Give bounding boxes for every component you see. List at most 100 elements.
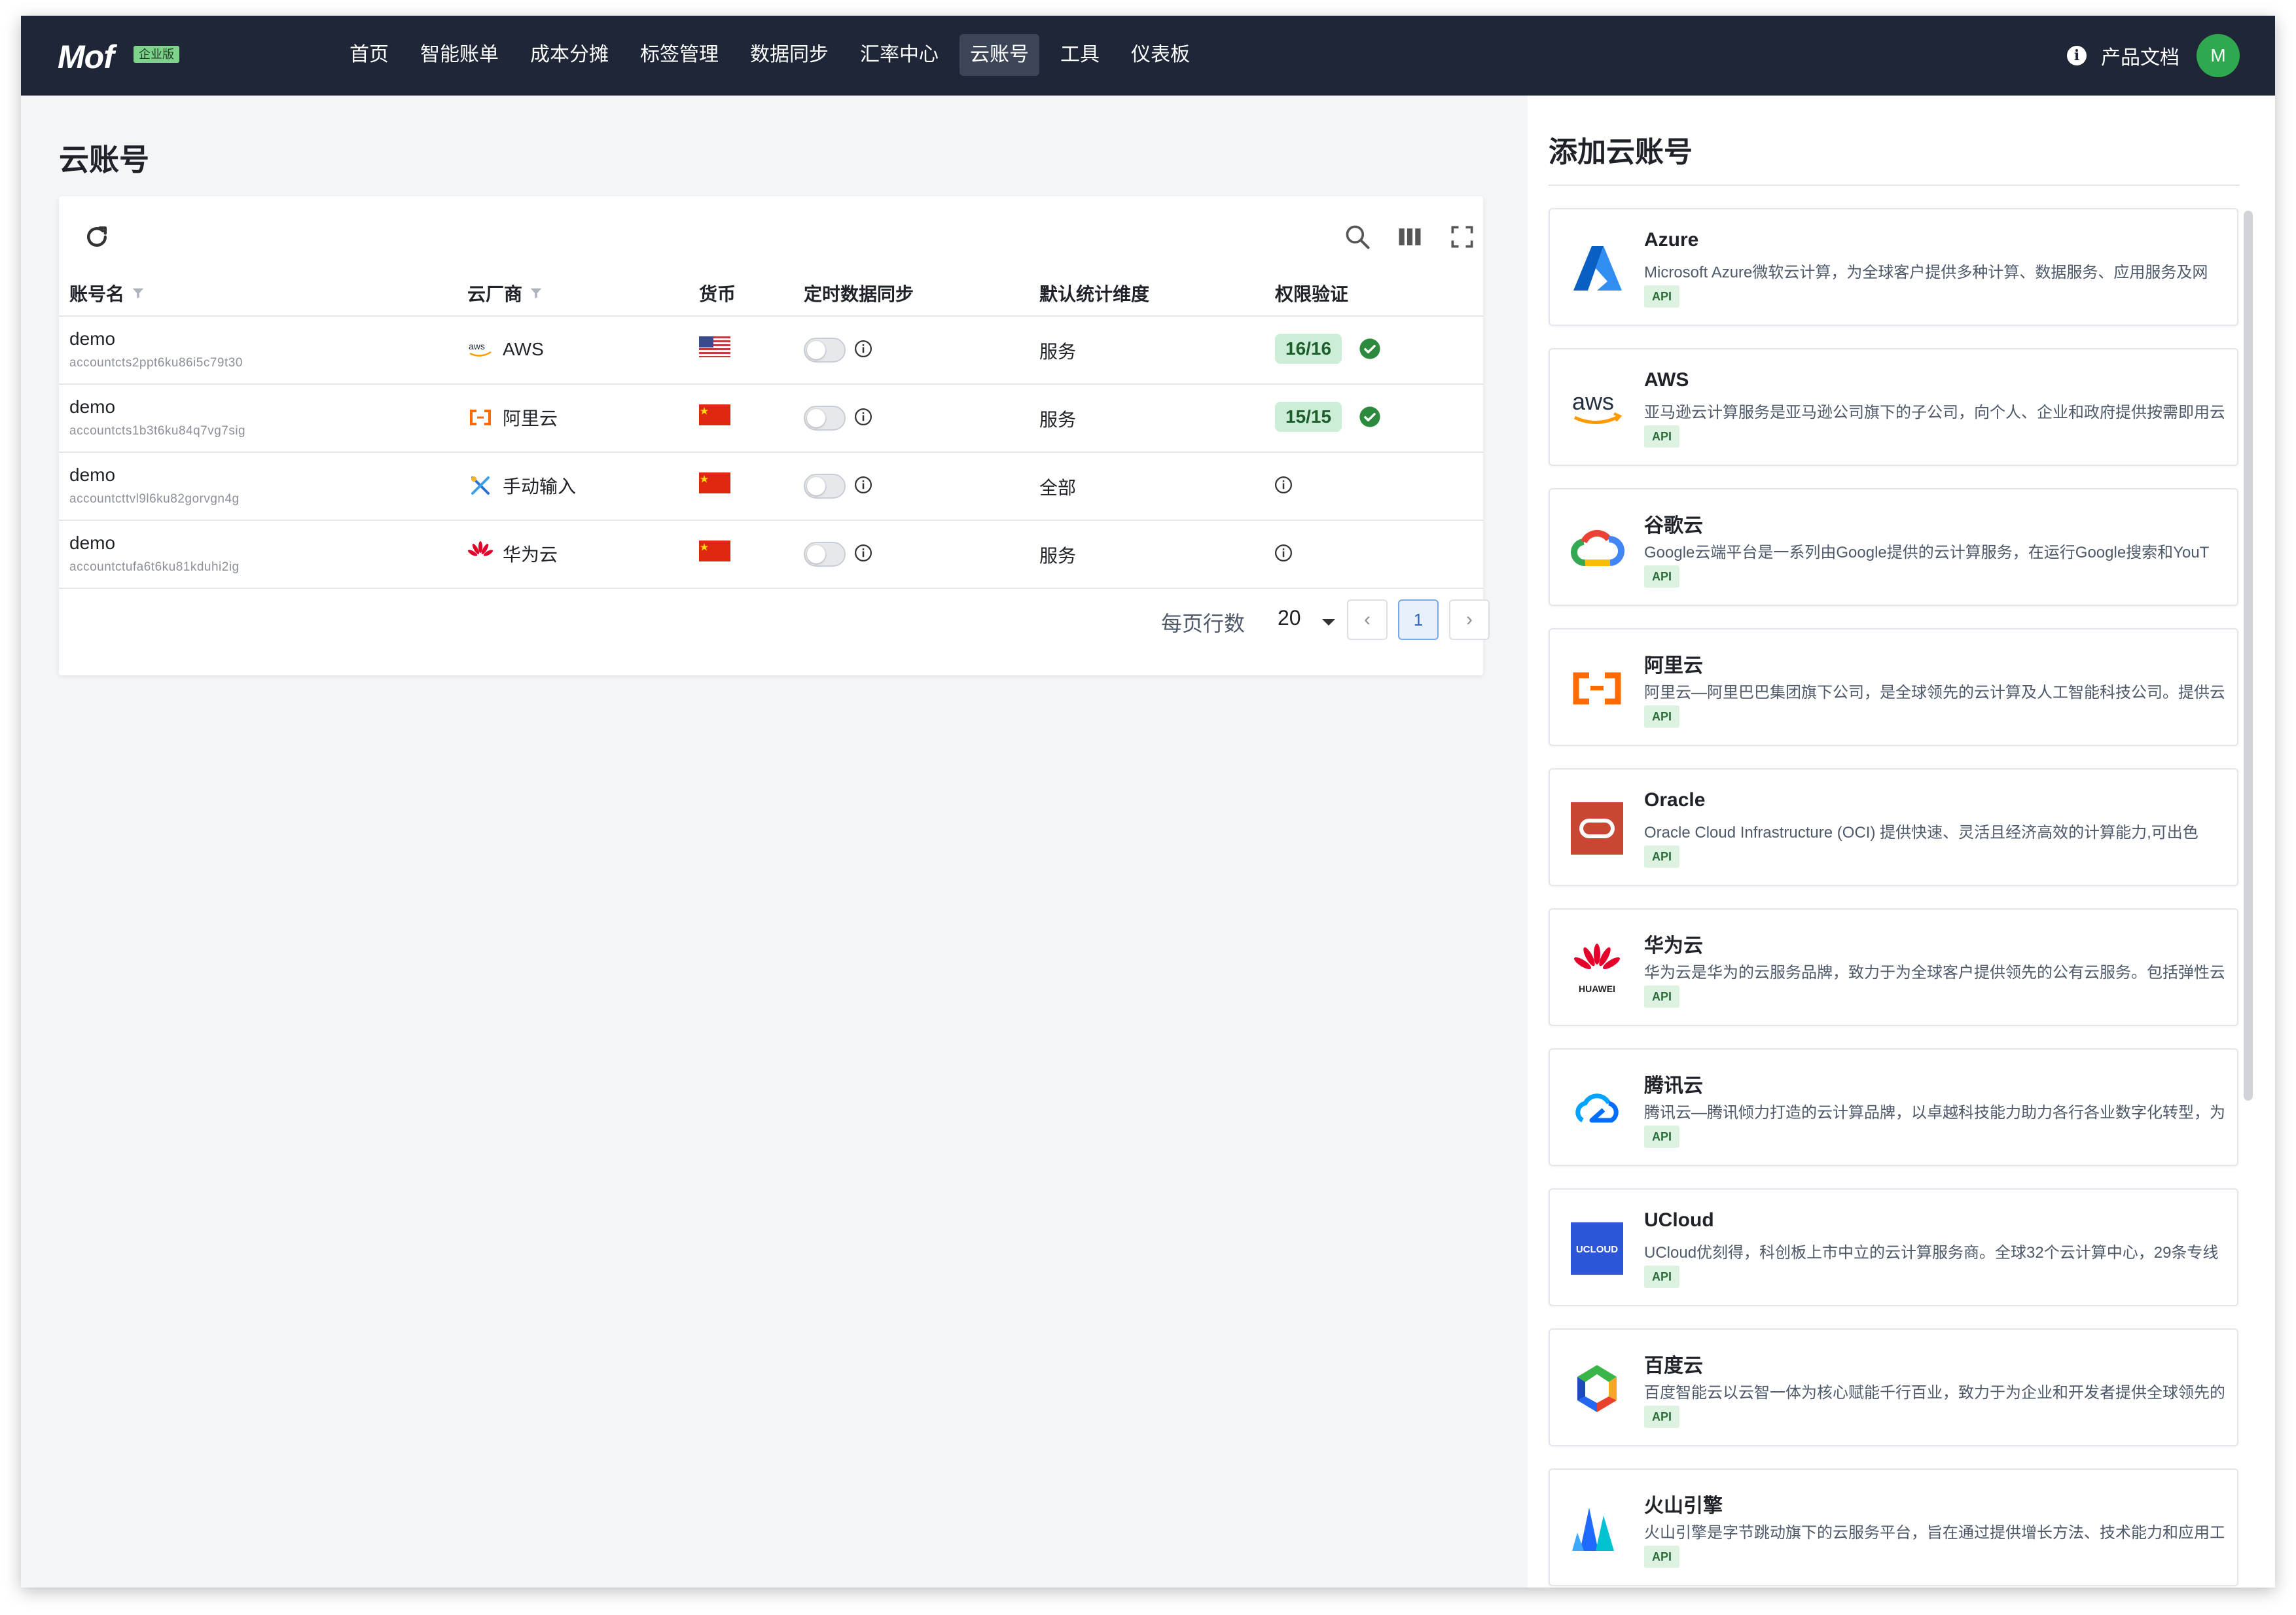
vendor-description: Google云端平台是一系列由Google提供的云计算服务，在运行Google搜…: [1644, 544, 2210, 561]
vendor-card-huawei[interactable]: HUAWEI 华为云 华为云是华为的云服务品牌，致力于为全球客户提供领先的公有云…: [1549, 908, 2238, 1026]
info-circle-icon[interactable]: [853, 339, 873, 359]
vendor-name: 百度云: [1644, 1355, 1703, 1377]
vendor-description: 火山引擎是字节跳动旗下的云服务平台，旨在通过提供增长方法、技术能力和应用工: [1644, 1524, 2224, 1542]
vendor-card-tencent-cloud[interactable]: 腾讯云 腾讯云—腾讯倾力打造的云计算品牌，以卓越科技能力助力各行各业数字化转型，…: [1549, 1048, 2238, 1166]
filter-icon[interactable]: [529, 286, 543, 300]
nav-item-tag-management[interactable]: 标签管理: [630, 34, 729, 76]
svg-text:UCLOUD: UCLOUD: [1576, 1244, 1618, 1255]
table-row[interactable]: demo accountcttvl9l6ku82gorvgn4g 手动输入 全部: [59, 453, 1483, 521]
account-id: accountcts2ppt6ku86i5c79t30: [69, 356, 243, 370]
vendor-description: 阿里云—阿里巴巴集团旗下公司，是全球领先的云计算及人工智能科技公司。提供云: [1644, 684, 2224, 701]
top-nav-bar: Mof 企业版 首页 智能账单 成本分摊 标签管理 数据同步 汇率中心 云账号 …: [21, 16, 2275, 96]
info-circle-icon[interactable]: [853, 475, 873, 495]
filter-icon[interactable]: [131, 286, 145, 300]
default-dimension: 服务: [1039, 410, 1077, 430]
api-tag: API: [1644, 565, 1680, 588]
column-header-dimension: 默认统计维度: [1039, 284, 1150, 304]
azure-logo-icon: [1570, 241, 1624, 296]
vendor-cell: 华为云: [467, 541, 558, 567]
nav-item-cloud-accounts[interactable]: 云账号: [960, 34, 1039, 76]
table-row[interactable]: demo accountcts2ppt6ku86i5c79t30 aws AWS…: [59, 317, 1483, 385]
vendor-name: 谷歌云: [1644, 515, 1703, 537]
default-dimension: 服务: [1039, 342, 1077, 362]
api-tag: API: [1644, 985, 1680, 1008]
tencent-cloud-logo-icon: [1570, 1081, 1624, 1136]
api-tag: API: [1644, 1546, 1680, 1568]
table-row[interactable]: demo accountctufa6t6ku81kduhi2ig 华为云 服务: [59, 521, 1483, 589]
scrollbar[interactable]: [2244, 211, 2253, 1101]
column-header-permission: 权限验证: [1275, 284, 1349, 304]
refresh-icon[interactable]: [82, 222, 111, 251]
column-header-account[interactable]: 账号名: [69, 280, 145, 306]
vendor-name: AWS: [1644, 369, 1689, 391]
fullscreen-icon[interactable]: [1448, 222, 1477, 251]
vendor-description: 腾讯云—腾讯倾力打造的云计算品牌，以卓越科技能力助力各行各业数字化转型，为: [1644, 1104, 2224, 1122]
vendor-card-azure[interactable]: Azure Microsoft Azure微软云计算，为全球客户提供多种计算、数…: [1549, 208, 2238, 326]
google-cloud-logo-icon: [1570, 521, 1624, 576]
permission-info-icon[interactable]: [1274, 475, 1293, 495]
header-actions: i 产品文档 M: [2067, 34, 2240, 77]
rows-per-page-label: 每页行数: [1161, 612, 1246, 635]
api-tag: API: [1644, 1406, 1680, 1428]
sync-toggle[interactable]: [804, 474, 846, 499]
nav-item-exchange-rate[interactable]: 汇率中心: [850, 34, 949, 76]
huawei-icon: [467, 541, 493, 567]
nav-item-data-sync[interactable]: 数据同步: [740, 34, 839, 76]
next-page-button[interactable]: ›: [1449, 599, 1490, 640]
product-docs-link[interactable]: 产品文档: [2101, 41, 2179, 70]
nav-item-home[interactable]: 首页: [339, 34, 399, 76]
vendor-name: 阿里云: [503, 408, 558, 429]
us-flag-icon: [699, 336, 730, 357]
table-row[interactable]: demo accountcts1b3t6ku84q7vg7sig 阿里云 服务 …: [59, 385, 1483, 453]
api-tag: API: [1644, 845, 1680, 868]
page-number-button[interactable]: 1: [1398, 599, 1439, 640]
rows-per-page-select[interactable]: 20: [1278, 606, 1301, 630]
vendor-card-google-cloud[interactable]: 谷歌云 Google云端平台是一系列由Google提供的云计算服务，在运行Goo…: [1549, 488, 2238, 606]
sync-toggle[interactable]: [804, 338, 846, 363]
sync-toggle[interactable]: [804, 542, 846, 567]
huawei-logo-icon: HUAWEI: [1570, 941, 1624, 996]
user-avatar[interactable]: M: [2197, 34, 2240, 77]
info-icon[interactable]: i: [2067, 46, 2087, 65]
caret-down-icon[interactable]: [1322, 619, 1335, 626]
vendor-description: 华为云是华为的云服务品牌，致力于为全球客户提供领先的公有云服务。包括弹性云: [1644, 964, 2224, 982]
cn-flag-icon: [699, 472, 730, 493]
permission-info-icon[interactable]: [1274, 543, 1293, 563]
default-dimension: 全部: [1039, 478, 1077, 498]
nav-item-dashboard[interactable]: 仪表板: [1121, 34, 1200, 76]
nav-item-cost-allocation[interactable]: 成本分摊: [520, 34, 619, 76]
vendor-card-volcengine[interactable]: 火山引擎 火山引擎是字节跳动旗下的云服务平台，旨在通过提供增长方法、技术能力和应…: [1549, 1468, 2238, 1586]
vendor-card-aliyun[interactable]: 阿里云 阿里云—阿里巴巴集团旗下公司，是全球领先的云计算及人工智能科技公司。提供…: [1549, 628, 2238, 746]
cn-flag-icon: [699, 541, 730, 561]
vendor-name: 阿里云: [1644, 655, 1703, 677]
vendor-card-ucloud[interactable]: UCLOUD UCloud UCloud优刻得，科创板上市中立的云计算服务商。全…: [1549, 1188, 2238, 1306]
columns-icon[interactable]: [1395, 222, 1424, 251]
app-logo[interactable]: Mof: [58, 38, 115, 76]
prev-page-button[interactable]: ‹: [1347, 599, 1388, 640]
vendor-card-oracle[interactable]: Oracle Oracle Cloud Infrastructure (OCI)…: [1549, 768, 2238, 886]
add-cloud-account-panel: 添加云账号 Azure Microsoft Azure微软云计算，为全球客户提供…: [1528, 96, 2275, 1588]
account-name: demo: [69, 397, 116, 417]
sync-toggle[interactable]: [804, 406, 846, 431]
main-nav: 首页 智能账单 成本分摊 标签管理 数据同步 汇率中心 云账号 工具 仪表板: [339, 34, 1211, 76]
search-icon[interactable]: [1343, 222, 1372, 251]
vendor-card-aws[interactable]: aws AWS 亚马逊云计算服务是亚马逊公司旗下的子公司，向个人、企业和政府提供…: [1549, 348, 2238, 466]
vendor-cell: 手动输入: [467, 472, 576, 499]
panel-title: 添加云账号: [1549, 136, 1693, 168]
aliyun-logo-icon: [1570, 661, 1624, 716]
vendor-card-baidu-cloud[interactable]: 百度云 百度智能云以云智一体为核心赋能千行百业，致力于为企业和开发者提供全球领先…: [1549, 1328, 2238, 1446]
nav-item-smart-bill[interactable]: 智能账单: [410, 34, 509, 76]
account-id: accountcts1b3t6ku84q7vg7sig: [69, 424, 246, 438]
aws-logo-icon: aws: [1570, 381, 1624, 436]
info-circle-icon[interactable]: [853, 407, 873, 427]
vendor-description: Microsoft Azure微软云计算，为全球客户提供多种计算、数据服务、应用…: [1644, 264, 2208, 281]
ucloud-logo-icon: UCLOUD: [1570, 1221, 1624, 1276]
cn-flag-icon: [699, 404, 730, 425]
nav-item-tools[interactable]: 工具: [1050, 34, 1110, 76]
vendor-description: 百度智能云以云智一体为核心赋能千行百业，致力于为企业和开发者提供全球领先的: [1644, 1384, 2224, 1402]
column-header-vendor[interactable]: 云厂商: [467, 280, 543, 306]
vendor-cell: aws AWS: [467, 336, 544, 363]
info-circle-icon[interactable]: [853, 543, 873, 563]
manual-input-icon: [467, 472, 493, 499]
aws-icon: aws: [467, 336, 493, 363]
